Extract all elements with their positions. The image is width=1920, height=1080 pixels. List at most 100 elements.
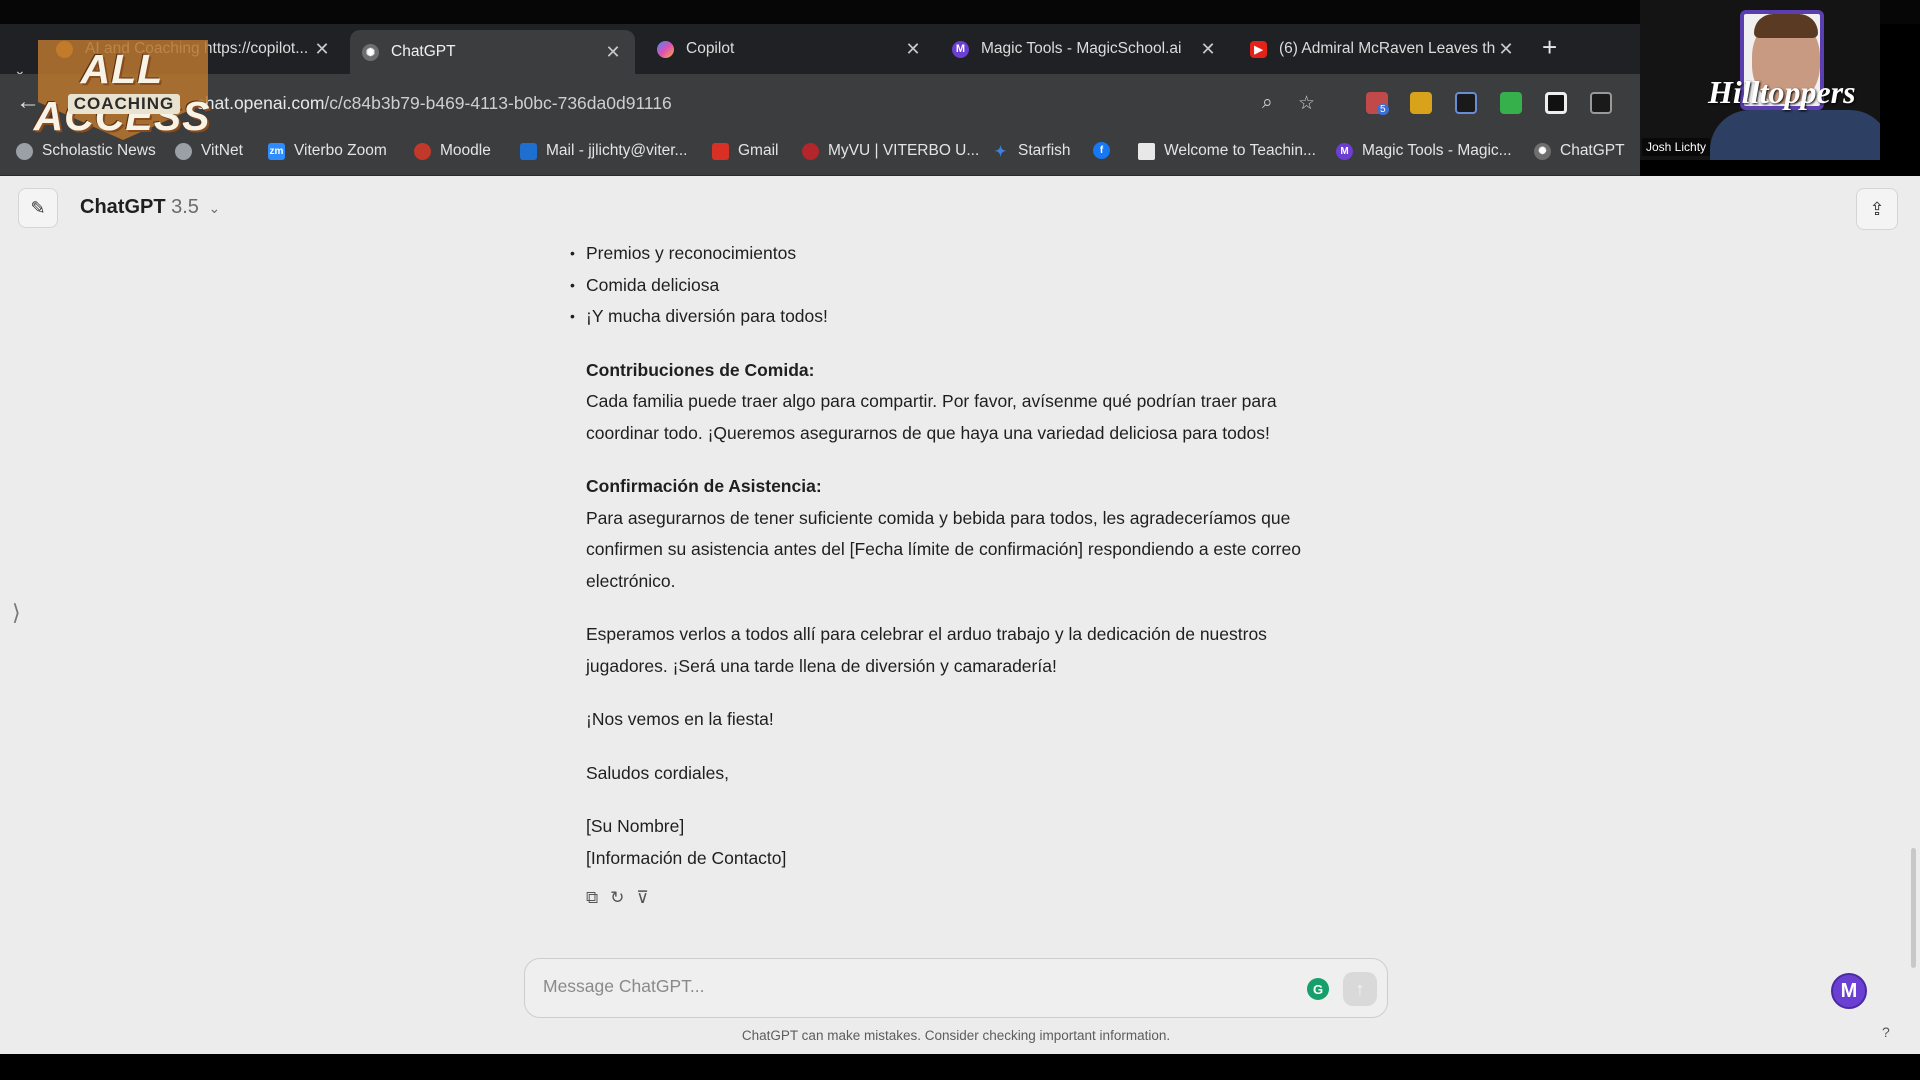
new-chat-button[interactable]: ✎ (18, 188, 58, 228)
chatgpt-page: ✎ ChatGPT 3.5 ⌄ ⇪ ⟩ • Premios y reconocim… (0, 176, 1920, 1054)
tab-chatgpt[interactable]: ✺ ChatGPT ✕ (350, 30, 635, 74)
magicschool-fab-icon[interactable]: M (1831, 973, 1867, 1009)
bookmark-label: Welcome to Teachin... (1164, 142, 1316, 159)
regards-text: Saludos cordiales, (586, 762, 729, 783)
close-icon[interactable]: ✕ (1496, 39, 1516, 60)
bookmark-magic-tools[interactable]: M Magic Tools - Magic... (1336, 142, 1512, 160)
bookmark-label: Magic Tools - Magic... (1362, 142, 1512, 159)
rsvp-heading: Confirmación de Asistencia: (586, 476, 822, 496)
tab-title: ChatGPT (391, 43, 456, 60)
rsvp-section: Confirmación de Asistencia: Para asegura… (586, 471, 1346, 597)
presenter-body (1710, 110, 1880, 160)
help-button[interactable]: ? (1882, 1024, 1890, 1040)
viterbo-icon (802, 142, 819, 160)
see-you-text: ¡Nos vemos en la fiesta! (586, 709, 774, 729)
address-bar[interactable]: chat.openai.com/c/c84b3b79-b469-4113-b0b… (176, 83, 1315, 123)
bookmark-label: ChatGPT (1560, 142, 1625, 159)
document-icon (1138, 142, 1155, 160)
bookmark-myvu[interactable]: MyVU | VITERBO U... (802, 142, 979, 160)
webcam-banner-text: Hilltoppers (1708, 74, 1856, 110)
url-text[interactable]: chat.openai.com/c/c84b3b79-b469-4113-b0b… (196, 93, 672, 114)
extension-square-icon[interactable] (1545, 92, 1567, 114)
bookmark-welcome-teaching[interactable]: Welcome to Teachin... (1138, 142, 1316, 160)
food-heading: Contribuciones de Comida: (586, 359, 815, 380)
rsvp-text: Para asegurarnos de tener suficiente com… (586, 507, 1301, 591)
food-section: Contribuciones de Comida: Cada familia p… (586, 355, 1346, 450)
model-version: 3.5 (171, 196, 199, 218)
presenter-name: Josh Lichty (1642, 138, 1711, 156)
zoom-icon: zm (268, 142, 285, 160)
message-input[interactable] (543, 976, 1243, 997)
bookmark-mail[interactable]: Mail - jjlichty@viter... (520, 142, 687, 160)
gmail-icon (712, 142, 729, 160)
tab-copilot[interactable]: Copilot ✕ (645, 30, 935, 68)
bookmark-label: MyVU | VITERBO U... (828, 142, 980, 159)
new-tab-plus-icon[interactable]: + (1542, 32, 1557, 63)
starfish-icon: ✦ (992, 142, 1009, 160)
all-access-coaching-logo: ALL ACCESS COACHING (24, 36, 220, 148)
tab-youtube[interactable]: ▶ (6) Admiral McRaven Leaves th ✕ (1238, 30, 1528, 68)
model-name: ChatGPT (80, 196, 166, 218)
zoom-magnifier-icon[interactable]: ⌕ (1262, 92, 1273, 114)
sidebar-toggle-icon[interactable]: ⟩ (12, 600, 21, 626)
close-icon[interactable]: ✕ (312, 39, 332, 60)
share-button[interactable]: ⇪ (1856, 188, 1898, 230)
regenerate-icon[interactable]: ↻ (610, 882, 624, 914)
bookmark-facebook[interactable]: f (1093, 142, 1119, 159)
magicschool-icon: M (952, 40, 969, 58)
extension-doc-icon[interactable] (1455, 92, 1477, 114)
bookmark-moodle[interactable]: Moodle (414, 142, 491, 160)
food-text: Cada familia puede traer algo para compa… (586, 391, 1277, 443)
list-item: • Premios y reconocimientos (570, 238, 1346, 270)
bullet-dot: • (570, 308, 575, 324)
url-path: /c/c84b3b79-b469-4113-b0bc-736da0d91116 (324, 93, 672, 113)
model-selector[interactable]: ChatGPT 3.5 ⌄ (80, 196, 220, 219)
browser-toolbar: ← chat.openai.com/c/c84b3b79-b469-4113-b… (0, 74, 1640, 132)
chatgpt-icon: ✺ (362, 43, 379, 61)
tab-title: Magic Tools - MagicSchool.ai (981, 40, 1182, 57)
list-item-text: ¡Y mucha diversión para todos! (586, 306, 828, 326)
bookmark-chatgpt[interactable]: ✺ ChatGPT (1534, 142, 1625, 160)
bullet-dot: • (570, 245, 575, 261)
tab-title: Copilot (686, 40, 735, 57)
extension-puzzle-icon[interactable] (1590, 92, 1612, 114)
bookmark-gmail[interactable]: Gmail (712, 142, 778, 160)
list-item: • ¡Y mucha diversión para todos! (570, 301, 1346, 333)
list-item: • Comida deliciosa (570, 270, 1346, 302)
pencil-square-icon: ✎ (30, 197, 46, 218)
signature-block: [Su Nombre] [Información de Contacto] (586, 811, 1346, 874)
copy-icon[interactable]: ⧉ (586, 882, 598, 914)
tab-magic-tools[interactable]: M Magic Tools - MagicSchool.ai ✕ (940, 30, 1230, 68)
bookmark-label: Mail - jjlichty@viter... (546, 142, 688, 159)
close-icon[interactable]: ✕ (903, 39, 923, 60)
moodle-icon (414, 142, 431, 160)
chevron-down-icon: ⌄ (208, 200, 221, 216)
bookmark-label: Starfish (1018, 142, 1071, 159)
disclaimer-text: ChatGPT can make mistakes. Consider chec… (741, 1028, 1171, 1043)
message-composer: G ↑ (524, 958, 1388, 1018)
bookmark-label: Viterbo Zoom (294, 142, 387, 159)
bookmark-label: Moodle (440, 142, 491, 159)
grammarly-icon[interactable]: G (1307, 978, 1329, 1000)
name-placeholder: [Su Nombre] (586, 816, 685, 836)
bookmarks-bar: Scholastic News VitNet zm Viterbo Zoom M… (0, 132, 1640, 176)
extension-sheet-icon[interactable] (1500, 92, 1522, 114)
bottom-black-bar (0, 1054, 1920, 1080)
bookmark-star-icon[interactable]: ☆ (1298, 92, 1315, 115)
bookmark-viterbo-zoom[interactable]: zm Viterbo Zoom (268, 142, 387, 160)
chatgpt-icon: ✺ (1534, 142, 1551, 160)
scrollbar-thumb[interactable] (1911, 848, 1916, 968)
logo-title: ALL ACCESS (33, 46, 211, 139)
list-item-text: Premios y reconocimientos (586, 243, 797, 263)
close-icon[interactable]: ✕ (603, 42, 623, 63)
bookmark-starfish[interactable]: ✦ Starfish (992, 142, 1071, 160)
magicschool-icon: M (1336, 142, 1353, 160)
send-button[interactable]: ↑ (1343, 972, 1377, 1006)
extension-v-icon[interactable] (1410, 92, 1432, 114)
presenter-hair (1754, 14, 1818, 38)
thumbs-down-icon[interactable]: ⊽ (636, 882, 648, 914)
facebook-icon: f (1093, 142, 1110, 159)
youtube-icon: ▶ (1250, 40, 1267, 58)
assistant-message: • Premios y reconocimientos • Comida delic… (570, 238, 1346, 914)
close-icon[interactable]: ✕ (1198, 39, 1218, 60)
